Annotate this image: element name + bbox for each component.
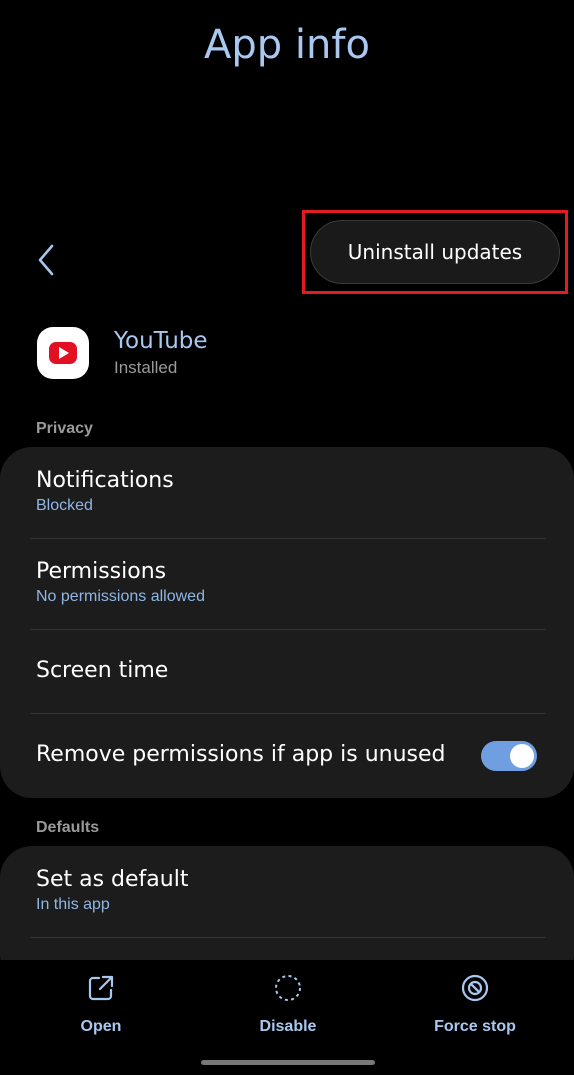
row-subtitle: Blocked — [36, 497, 93, 514]
action-label: Force stop — [434, 1018, 516, 1035]
divider — [30, 937, 546, 938]
section-label-defaults: Defaults — [36, 819, 100, 836]
action-label: Open — [80, 1018, 122, 1035]
bottom-action-bar: Open Disable Force stop — [0, 960, 574, 1075]
disable-icon — [275, 975, 301, 1001]
row-title: Permissions — [36, 559, 167, 584]
divider — [30, 538, 546, 539]
home-indicator[interactable] — [201, 1060, 375, 1065]
uninstall-updates-button[interactable]: Uninstall updates — [310, 220, 560, 284]
open-external-icon — [88, 975, 114, 1001]
back-button[interactable] — [28, 240, 64, 280]
chevron-left-icon — [38, 244, 54, 276]
divider — [30, 629, 546, 630]
divider — [30, 713, 546, 714]
page-title: App info — [204, 22, 370, 68]
row-notifications[interactable]: Notifications Blocked — [0, 468, 574, 515]
row-title: Notifications — [36, 468, 174, 493]
force-stop-icon — [461, 974, 489, 1002]
force-stop-button[interactable]: Force stop — [400, 972, 550, 1036]
youtube-app-icon — [37, 327, 89, 379]
action-label: Disable — [259, 1018, 317, 1035]
row-permissions[interactable]: Permissions No permissions allowed — [0, 559, 574, 606]
row-title: Screen time — [36, 658, 169, 683]
app-status: Installed — [114, 358, 178, 377]
row-subtitle: In this app — [36, 896, 110, 913]
toggle-knob — [510, 744, 534, 768]
app-name: YouTube — [114, 328, 208, 354]
section-label-privacy: Privacy — [36, 420, 93, 437]
open-button[interactable]: Open — [26, 972, 176, 1036]
remove-permissions-toggle[interactable] — [481, 741, 537, 771]
row-set-as-default[interactable]: Set as default In this app — [0, 867, 574, 914]
row-screen-time[interactable]: Screen time — [0, 658, 574, 683]
disable-button[interactable]: Disable — [213, 972, 363, 1036]
row-title: Set as default — [36, 867, 189, 892]
row-subtitle: No permissions allowed — [36, 588, 205, 605]
